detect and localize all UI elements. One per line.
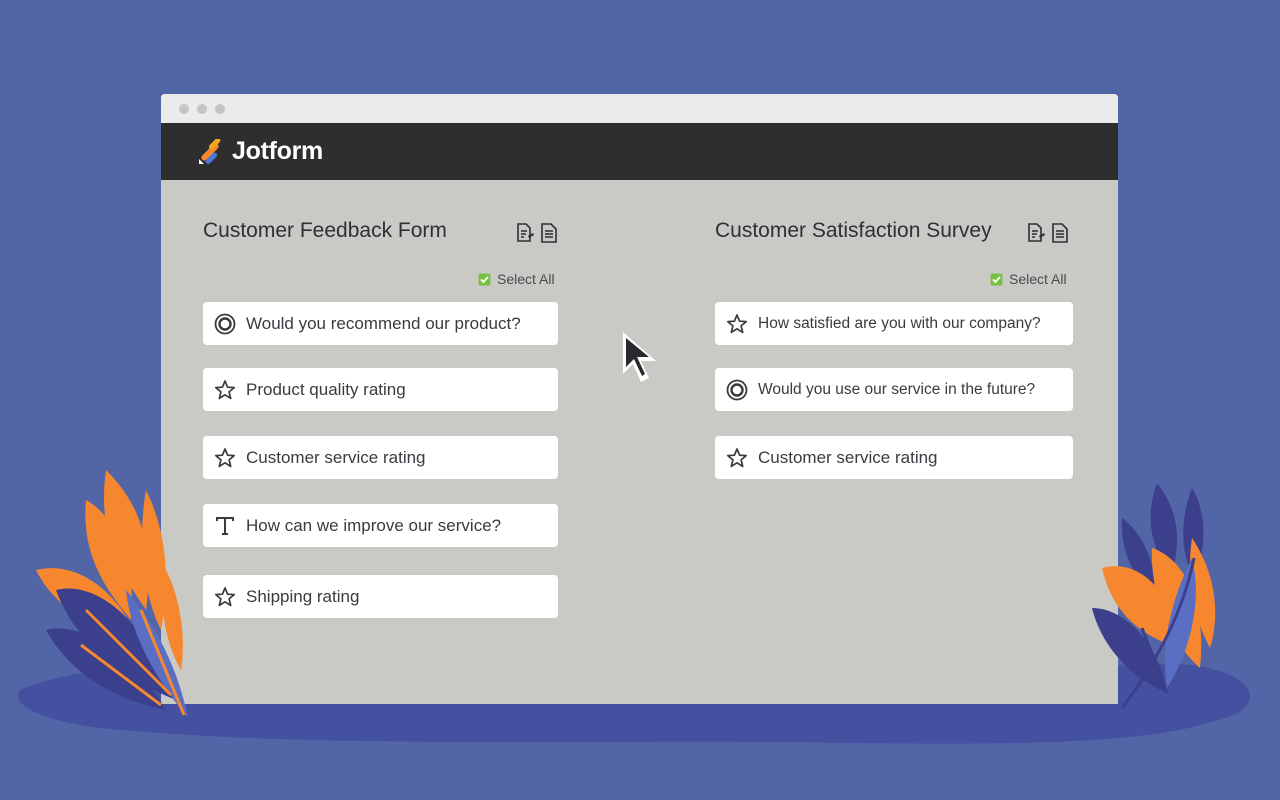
window-control-dot[interactable] xyxy=(215,104,225,114)
star-icon xyxy=(214,379,236,401)
text-icon xyxy=(214,515,236,537)
document-icon[interactable] xyxy=(1050,222,1070,244)
radio-icon xyxy=(214,313,236,335)
question-card[interactable]: How satisfied are you with our company? xyxy=(715,302,1073,345)
checkbox-checked-icon xyxy=(478,273,491,285)
jotform-logo-icon[interactable] xyxy=(198,139,224,165)
star-icon xyxy=(214,447,236,469)
mouse-pointer-icon xyxy=(623,332,656,382)
question-card[interactable]: Product quality rating xyxy=(203,368,558,411)
question-label: How satisfied are you with our company? xyxy=(758,314,1041,332)
form-title: Customer Feedback Form xyxy=(203,219,447,242)
question-label: Would you recommend our product? xyxy=(246,313,521,333)
form-actions xyxy=(515,222,559,244)
question-card[interactable]: How can we improve our service? xyxy=(203,504,558,547)
select-all-checkbox[interactable]: Select All xyxy=(478,271,555,287)
question-label: Would you use our service in the future? xyxy=(758,380,1036,398)
edit-document-icon[interactable] xyxy=(515,222,535,244)
question-label: How can we improve our service? xyxy=(246,515,502,535)
brand-name[interactable]: Jotform xyxy=(232,137,323,166)
radio-icon xyxy=(726,379,748,401)
select-all-checkbox[interactable]: Select All xyxy=(990,271,1067,287)
select-all-label: Select All xyxy=(497,271,555,287)
question-label: Customer service rating xyxy=(246,447,426,467)
app-header: Jotform xyxy=(161,123,1118,180)
window-control-dot[interactable] xyxy=(197,104,207,114)
question-card[interactable]: Customer service rating xyxy=(203,436,558,479)
browser-titlebar xyxy=(161,94,1118,123)
star-icon xyxy=(726,313,748,335)
select-all-label: Select All xyxy=(1009,271,1067,287)
decorative-plant-left xyxy=(36,470,188,718)
question-label: Customer service rating xyxy=(758,447,938,467)
question-label: Product quality rating xyxy=(246,379,406,399)
browser-window: Jotform Customer Feedback Form Select Al… xyxy=(161,94,1118,704)
question-card[interactable]: Shipping rating xyxy=(203,575,558,618)
star-icon xyxy=(726,447,748,469)
question-card[interactable]: Would you recommend our product? xyxy=(203,302,558,345)
window-control-dot[interactable] xyxy=(179,104,189,114)
form-actions xyxy=(1026,222,1070,244)
edit-document-icon[interactable] xyxy=(1026,222,1046,244)
document-icon[interactable] xyxy=(539,222,559,244)
decorative-plant-right xyxy=(1092,483,1216,709)
question-card[interactable]: Customer service rating xyxy=(715,436,1073,479)
star-icon xyxy=(214,586,236,608)
question-label: Shipping rating xyxy=(246,586,360,606)
form-title: Customer Satisfaction Survey xyxy=(715,219,992,242)
checkbox-checked-icon xyxy=(990,273,1003,285)
question-card[interactable]: Would you use our service in the future? xyxy=(715,368,1073,411)
